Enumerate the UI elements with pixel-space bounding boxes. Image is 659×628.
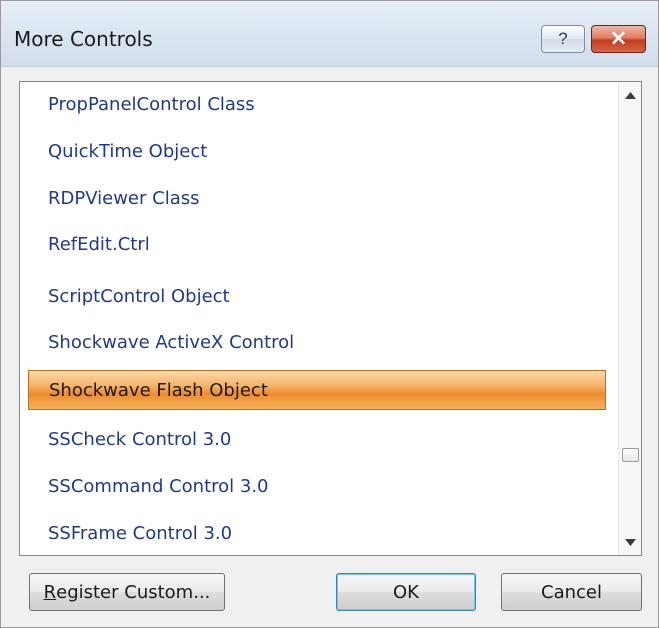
list-item[interactable]: SSCommand Control 3.0 bbox=[28, 469, 606, 503]
controls-list: PropPanelControl Class QuickTime Object … bbox=[20, 82, 618, 555]
cancel-button[interactable]: Cancel bbox=[501, 573, 642, 611]
scroll-up-button[interactable] bbox=[619, 84, 642, 106]
controls-listbox[interactable]: PropPanelControl Class QuickTime Object … bbox=[19, 81, 642, 556]
list-item-label: QuickTime Object bbox=[48, 140, 208, 162]
close-button[interactable]: × bbox=[591, 25, 646, 53]
vertical-scrollbar[interactable] bbox=[618, 82, 641, 555]
arrow-down-icon bbox=[625, 538, 636, 546]
list-item-label: SSFrame Control 3.0 bbox=[48, 522, 233, 544]
register-custom-button[interactable]: Register Custom... bbox=[29, 573, 225, 611]
more-controls-dialog: More Controls ? × PropPanelControl Class… bbox=[0, 0, 659, 628]
register-accesskey: R bbox=[43, 581, 57, 603]
list-item-label: SSCommand Control 3.0 bbox=[48, 475, 269, 497]
scroll-down-button[interactable] bbox=[619, 531, 642, 553]
list-item-label: RDPViewer Class bbox=[48, 187, 200, 209]
list-item[interactable]: SSCheck Control 3.0 bbox=[28, 422, 606, 456]
arrow-up-icon bbox=[625, 91, 636, 99]
cancel-label: Cancel bbox=[541, 581, 602, 603]
list-item-label: PropPanelControl Class bbox=[48, 93, 255, 115]
scrollbar-thumb[interactable] bbox=[622, 448, 639, 462]
dialog-title: More Controls bbox=[14, 27, 153, 51]
ok-label: OK bbox=[393, 581, 419, 603]
list-item[interactable]: SSFrame Control 3.0 bbox=[28, 516, 606, 550]
question-mark-icon: ? bbox=[558, 29, 568, 48]
ok-button[interactable]: OK bbox=[336, 573, 476, 611]
list-item[interactable]: RefEdit.Ctrl bbox=[28, 227, 606, 261]
list-item[interactable]: PropPanelControl Class bbox=[28, 87, 606, 121]
list-item[interactable]: ScriptControl Object bbox=[28, 279, 606, 313]
list-item-selected[interactable]: Shockwave Flash Object bbox=[28, 370, 606, 410]
list-item[interactable]: RDPViewer Class bbox=[28, 181, 606, 215]
list-item-label: SSCheck Control 3.0 bbox=[48, 428, 232, 450]
list-item-label: ScriptControl Object bbox=[48, 285, 230, 307]
list-item-label: Shockwave ActiveX Control bbox=[48, 331, 295, 353]
register-label: egister Custom... bbox=[56, 581, 211, 603]
help-button[interactable]: ? bbox=[541, 25, 585, 53]
close-x-icon: × bbox=[609, 26, 628, 51]
list-item-label: Shockwave Flash Object bbox=[49, 379, 268, 401]
list-item[interactable]: QuickTime Object bbox=[28, 134, 606, 168]
list-item-label: RefEdit.Ctrl bbox=[48, 233, 150, 255]
list-item[interactable]: Shockwave ActiveX Control bbox=[28, 325, 606, 359]
title-bar: More Controls ? × bbox=[1, 1, 658, 67]
